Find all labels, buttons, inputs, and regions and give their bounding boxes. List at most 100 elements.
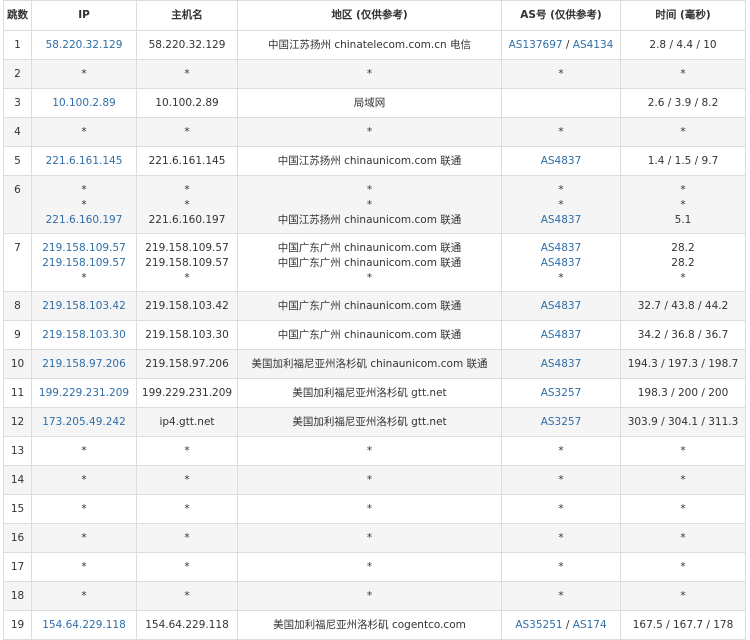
region-cell: * <box>237 494 502 524</box>
as-empty: * <box>558 184 564 196</box>
table-header-row: 跳数 IP 主机名 地区 (仅供参考) AS号 (仅供参考) 时间 (毫秒) <box>3 0 746 31</box>
region-text: * <box>366 532 373 544</box>
time-text: 32.7 / 43.8 / 44.2 <box>637 300 729 312</box>
hop-cell: 19 <box>3 610 32 640</box>
time-cell: 198.3 / 200 / 200 <box>620 378 746 408</box>
hop-cell: 13 <box>3 436 32 466</box>
ip-cell: 199.229.231.209 <box>31 378 137 408</box>
as-cell: * <box>501 581 621 611</box>
ip-link[interactable]: 219.158.109.57 <box>32 256 136 271</box>
as-link[interactable]: AS174 <box>573 619 607 631</box>
as-link[interactable]: AS4837 <box>541 329 582 341</box>
as-line: AS35251 / AS174 <box>502 618 620 633</box>
ip-cell: 219.158.103.30 <box>31 320 137 350</box>
as-line: AS4837 <box>502 213 620 228</box>
ip-link[interactable]: 154.64.229.118 <box>32 618 136 633</box>
time-text: * <box>680 199 686 211</box>
table-row: 3 10.100.2.89 10.100.2.89 局域网 2.6 / 3.9 / 8.… <box>3 88 746 118</box>
as-link[interactable]: AS3257 <box>541 416 582 428</box>
ip-link[interactable]: 199.229.231.209 <box>32 386 136 401</box>
hostname-cell: 154.64.229.118 <box>136 610 238 640</box>
region-cell: 局域网 <box>237 88 502 118</box>
table-row: 13 * * * * * <box>3 436 746 466</box>
ip-cell: * <box>31 552 137 582</box>
as-line: AS3257 <box>502 386 620 401</box>
table-row: 16 * * * * * <box>3 523 746 553</box>
as-link[interactable]: AS4134 <box>573 39 614 51</box>
ip-link[interactable]: 10.100.2.89 <box>32 96 136 111</box>
as-link[interactable]: AS4837 <box>541 300 582 312</box>
as-link[interactable]: AS137697 <box>509 39 563 51</box>
ip-link[interactable]: 219.158.109.57 <box>32 241 136 256</box>
hostname-text: * <box>184 445 190 457</box>
region-text: * <box>366 68 373 80</box>
ip-cell: * <box>31 581 137 611</box>
hop-cell: 11 <box>3 378 32 408</box>
as-link[interactable]: AS4837 <box>541 155 582 167</box>
table-row: 9 219.158.103.30 219.158.103.30 中国广东广州 chin… <box>3 320 746 350</box>
region-text: 中国广东广州 chinaunicom.com 联通 <box>277 242 462 254</box>
hop-cell: 15 <box>3 494 32 524</box>
hostname-text: * <box>184 199 190 211</box>
ip-link[interactable]: 173.205.49.242 <box>32 415 136 430</box>
hostname-cell: 219.158.97.206 <box>136 349 238 379</box>
time-text: * <box>680 474 686 486</box>
time-text: 198.3 / 200 / 200 <box>637 387 729 399</box>
ip-cell: * <box>31 59 137 89</box>
ip-link[interactable]: 221.6.161.145 <box>32 154 136 169</box>
time-cell: * <box>620 494 746 524</box>
as-cell: AS4837 AS4837 * <box>501 233 621 292</box>
hop-cell: 10 <box>3 349 32 379</box>
hop-cell: 2 <box>3 59 32 89</box>
time-text: 5.1 <box>674 214 692 226</box>
region-cell: 中国广东广州 chinaunicom.com 联通 <box>237 320 502 350</box>
as-link[interactable]: AS4837 <box>541 358 582 370</box>
as-empty: * <box>558 68 564 80</box>
as-cell: AS4837 <box>501 320 621 350</box>
as-empty: * <box>558 474 564 486</box>
as-separator: / <box>562 39 573 51</box>
header-as: AS号 (仅供参考) <box>501 0 621 31</box>
region-cell: * <box>237 436 502 466</box>
as-link[interactable]: AS4837 <box>541 242 582 254</box>
ip-cell: 219.158.97.206 <box>31 349 137 379</box>
as-link[interactable]: AS3257 <box>541 387 582 399</box>
time-cell: * <box>620 523 746 553</box>
table-row: 8 219.158.103.42 219.158.103.42 中国广东广州 chin… <box>3 291 746 321</box>
ip-link[interactable]: 221.6.160.197 <box>32 213 136 228</box>
ip-link[interactable]: 219.158.97.206 <box>32 357 136 372</box>
header-time: 时间 (毫秒) <box>620 0 746 31</box>
ip-link[interactable]: 219.158.103.30 <box>32 328 136 343</box>
region-cell: 美国加利福尼亚州洛杉矶 chinaunicom.com 联通 <box>237 349 502 379</box>
hostname-text: 58.220.32.129 <box>148 39 226 51</box>
as-cell: * <box>501 117 621 147</box>
as-line: * <box>502 444 620 459</box>
hop-cell: 3 <box>3 88 32 118</box>
as-cell: AS4837 <box>501 291 621 321</box>
as-link[interactable]: AS35251 <box>515 619 562 631</box>
hop-cell: 5 <box>3 146 32 176</box>
ip-empty: * <box>81 272 87 284</box>
hostname-text: * <box>184 272 190 284</box>
as-empty: * <box>558 503 564 515</box>
hop-cell: 4 <box>3 117 32 147</box>
ip-link[interactable]: 58.220.32.129 <box>32 38 136 53</box>
ip-empty: * <box>81 532 87 544</box>
as-empty: * <box>558 272 564 284</box>
as-link[interactable]: AS4837 <box>541 257 582 269</box>
ip-link[interactable]: 219.158.103.42 <box>32 299 136 314</box>
region-text: 美国加利福尼亚州洛杉矶 cogentco.com <box>273 619 466 631</box>
as-empty: * <box>558 199 564 211</box>
region-text: * <box>366 272 373 284</box>
header-hop: 跳数 <box>3 0 32 31</box>
region-text: * <box>366 445 373 457</box>
as-line: * <box>502 473 620 488</box>
region-text: 中国广东广州 chinaunicom.com 联通 <box>277 257 462 269</box>
time-text: 34.2 / 36.8 / 36.7 <box>637 329 729 341</box>
as-link[interactable]: AS4837 <box>541 214 582 226</box>
region-text: * <box>366 503 373 515</box>
hostname-cell: 58.220.32.129 <box>136 30 238 60</box>
time-cell: * <box>620 59 746 89</box>
table-row: 19 154.64.229.118 154.64.229.118 美国加利福尼亚州洛杉… <box>3 610 746 640</box>
hop-cell: 6 <box>3 175 32 234</box>
